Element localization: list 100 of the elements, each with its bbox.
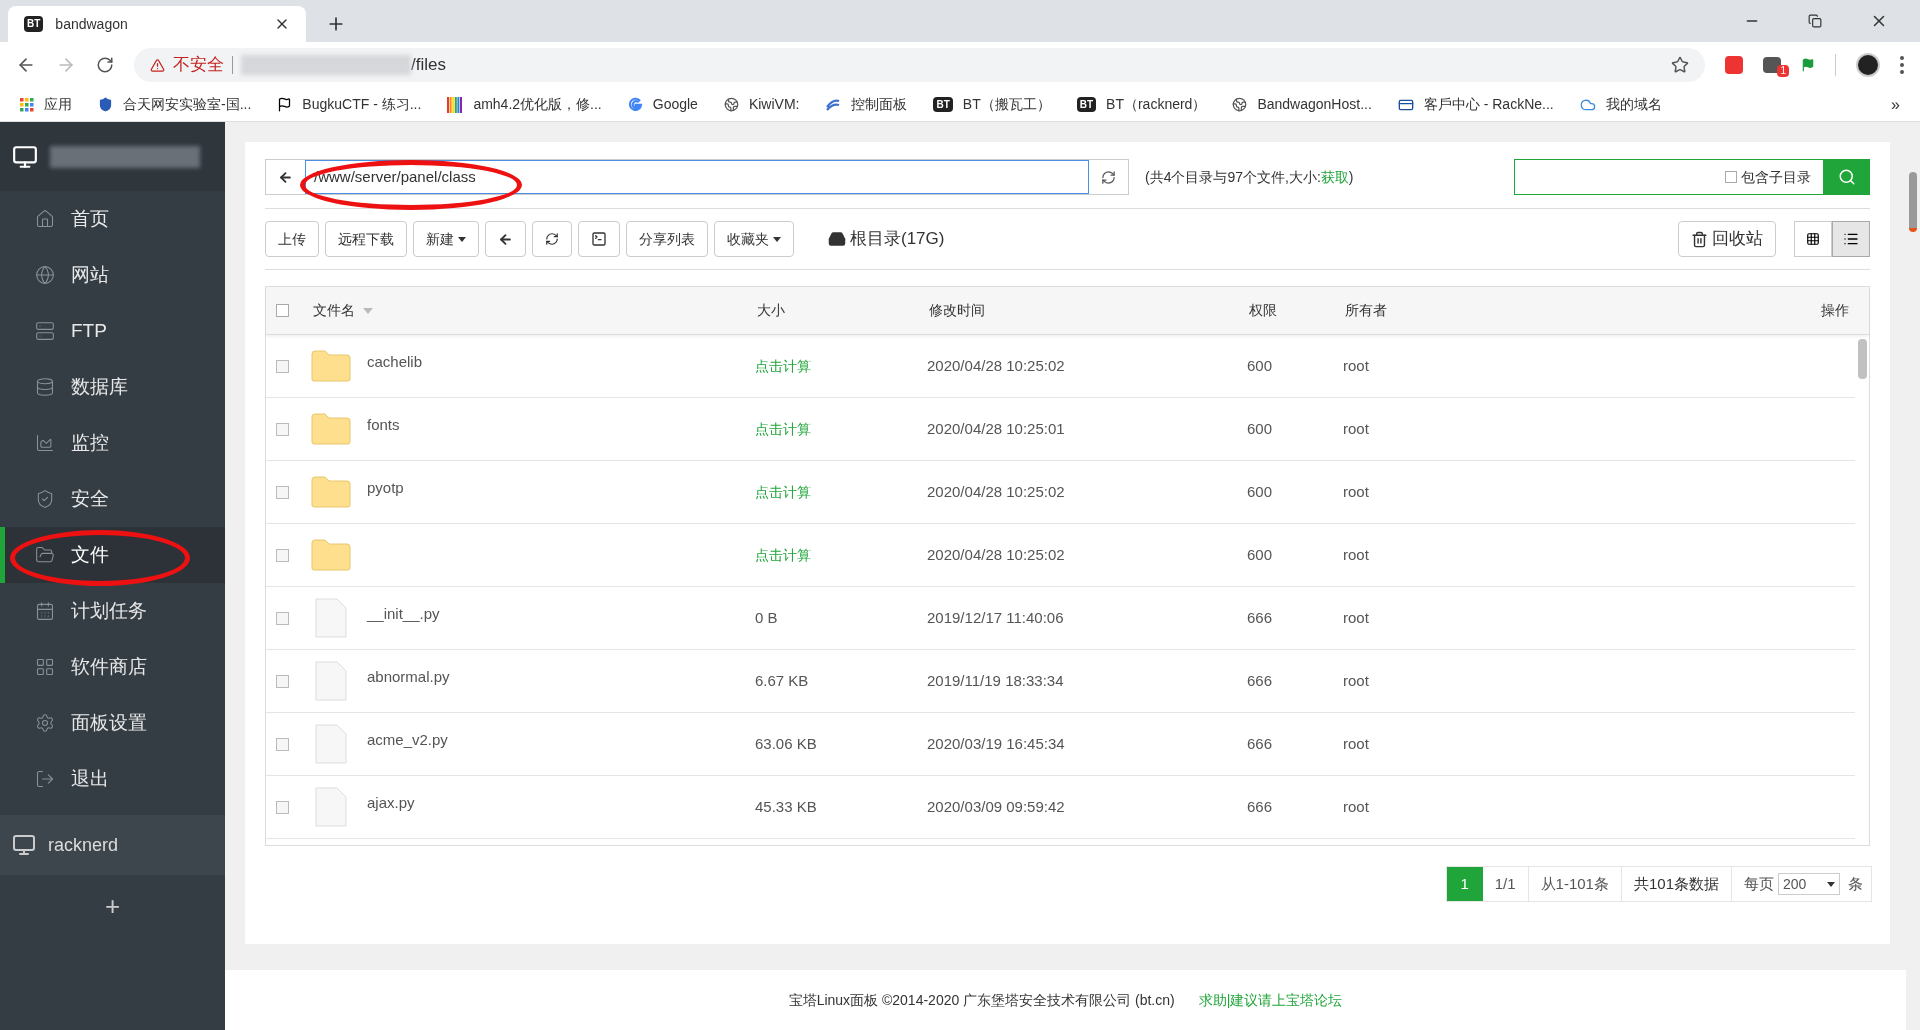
total-count: 共101条数据 bbox=[1621, 867, 1732, 901]
sidebar-item[interactable]: 网站 bbox=[0, 247, 225, 303]
column-header[interactable]: 操作 bbox=[1821, 300, 1869, 321]
file-name[interactable]: pyotp bbox=[367, 476, 404, 500]
checkbox[interactable] bbox=[276, 485, 289, 499]
file-row[interactable]: fonts 点击计算 2020/04/28 10:25:01 600 root bbox=[266, 398, 1855, 461]
checkbox[interactable] bbox=[276, 548, 289, 562]
sidebar-item[interactable]: 计划任务 bbox=[0, 583, 225, 639]
search-field[interactable]: 包含子目录 bbox=[1514, 159, 1824, 195]
bookmark[interactable]: 我的域名 bbox=[1579, 94, 1662, 115]
copyright-text: 宝塔Linux面板 ©2014-2020 广东堡塔安全技术有限公司 (bt.cn) bbox=[788, 990, 1175, 1010]
bookmark[interactable]: KiwiVM: bbox=[723, 94, 800, 115]
scroll-thumb[interactable] bbox=[1909, 172, 1917, 232]
bookmark-star-icon[interactable] bbox=[1671, 56, 1689, 74]
file-row[interactable]: pyotp 点击计算 2020/04/28 10:25:02 600 root bbox=[266, 461, 1855, 524]
add-server-button[interactable]: + bbox=[104, 887, 121, 926]
file-name[interactable]: ajax.py bbox=[367, 791, 415, 815]
checkbox[interactable] bbox=[276, 359, 289, 373]
column-header[interactable]: 所有者 bbox=[1345, 300, 1821, 321]
sidebar-item[interactable]: 首页 bbox=[0, 191, 225, 247]
browser-tab[interactable]: BT bandwagon bbox=[8, 6, 306, 42]
sidebar-item[interactable]: 退出 bbox=[0, 751, 225, 807]
extension-icon[interactable] bbox=[1763, 57, 1781, 73]
file-name[interactable]: cachelib bbox=[367, 350, 423, 374]
sidebar-item[interactable]: 数据库 bbox=[0, 359, 225, 415]
file-row[interactable]: 点击计算 2020/04/28 10:25:02 600 root bbox=[266, 524, 1855, 587]
address-field[interactable]: 不安全 /files bbox=[134, 48, 1705, 82]
back-icon[interactable] bbox=[278, 169, 293, 185]
toolbar-button[interactable]: 新建 bbox=[413, 221, 479, 257]
file-name[interactable]: abnormal.py bbox=[367, 665, 450, 689]
toolbar-button[interactable] bbox=[578, 221, 620, 257]
recycle-bin-button[interactable]: 回收站 bbox=[1678, 221, 1776, 257]
column-header[interactable]: 修改时间 bbox=[929, 300, 1249, 321]
checkbox[interactable] bbox=[276, 304, 289, 317]
folder-icon bbox=[311, 539, 351, 571]
shield-icon bbox=[98, 97, 113, 112]
file-row[interactable]: ajax.py 45.33 KB 2020/03/09 09:59:42 666 root bbox=[266, 776, 1855, 839]
file-row[interactable]: __init__.py 0 B 2019/12/17 11:40:06 666 root bbox=[266, 587, 1855, 650]
reload-icon[interactable] bbox=[96, 56, 114, 74]
column-header[interactable]: 大小 bbox=[757, 300, 929, 321]
checkbox[interactable] bbox=[276, 611, 289, 625]
sort-icon bbox=[363, 307, 373, 314]
bookmark[interactable]: Google bbox=[627, 94, 698, 115]
bookmark[interactable]: 合天网安实验室-国... bbox=[98, 94, 252, 115]
bookmark[interactable]: BT BT（搬瓦工） bbox=[933, 94, 1051, 115]
sidebar-item[interactable]: 安全 bbox=[0, 471, 225, 527]
sidebar-item[interactable]: 文件 bbox=[0, 527, 225, 583]
bookmark[interactable]: BugkuCTF - 练习... bbox=[277, 94, 422, 115]
database-icon bbox=[35, 377, 55, 397]
file-name[interactable]: acme_v2.py bbox=[367, 728, 448, 752]
file-row[interactable]: cachelib 点击计算 2020/04/28 10:25:02 600 root bbox=[266, 335, 1855, 398]
toolbar-button[interactable]: 上传 bbox=[265, 221, 319, 257]
restore-icon[interactable] bbox=[1808, 14, 1822, 28]
toolbar-button[interactable] bbox=[532, 221, 572, 257]
refresh-icon[interactable] bbox=[1101, 169, 1116, 185]
permission: 600 bbox=[1247, 481, 1274, 502]
extension-icon[interactable] bbox=[1725, 56, 1743, 74]
toolbar-button[interactable]: 收藏夹 bbox=[714, 221, 794, 257]
server-header[interactable] bbox=[0, 122, 225, 191]
checkbox[interactable] bbox=[276, 800, 289, 814]
sidebar-item[interactable]: 面板设置 bbox=[0, 695, 225, 751]
file-size: 0 B bbox=[755, 607, 779, 628]
bookmark[interactable]: 控制面板 bbox=[825, 94, 908, 115]
file-row[interactable]: abnormal.py 6.67 KB 2019/11/19 18:33:34 666 root bbox=[266, 650, 1855, 713]
flag-icon[interactable] bbox=[1801, 58, 1815, 72]
more-bookmarks[interactable]: » bbox=[1891, 92, 1900, 117]
checkbox[interactable] bbox=[276, 674, 289, 688]
file-name[interactable]: __init__.py bbox=[367, 602, 440, 626]
column-header[interactable]: 权限 bbox=[1249, 300, 1345, 321]
server-item[interactable]: racknerd bbox=[0, 815, 225, 875]
toolbar-button[interactable] bbox=[485, 221, 526, 257]
checkbox[interactable] bbox=[276, 737, 289, 751]
shield-icon bbox=[35, 489, 55, 509]
toolbar-button[interactable]: 分享列表 bbox=[626, 221, 708, 257]
bookmark[interactable]: BandwagonHost... bbox=[1232, 94, 1372, 115]
scrollbar[interactable] bbox=[1858, 339, 1867, 379]
bookmark[interactable]: 客戶中心 - RackNe... bbox=[1397, 94, 1554, 115]
view-toggle[interactable] bbox=[1832, 221, 1870, 257]
path-field[interactable]: /www/server/panel/class bbox=[265, 159, 1129, 195]
avatar[interactable] bbox=[1856, 53, 1880, 77]
owner: root bbox=[1343, 733, 1369, 754]
toolbar-button[interactable]: 远程下载 bbox=[325, 221, 407, 257]
file-name[interactable]: fonts bbox=[367, 413, 400, 437]
view-toggle[interactable] bbox=[1794, 221, 1832, 257]
per-page-select[interactable]: 200 bbox=[1778, 873, 1840, 895]
menu-icon[interactable] bbox=[1900, 56, 1904, 74]
checkbox[interactable] bbox=[1725, 171, 1737, 183]
file-row[interactable]: acme_v2.py 63.06 KB 2020/03/19 16:45:34 666 root bbox=[266, 713, 1855, 776]
bookmark[interactable]: 应用 bbox=[20, 94, 72, 115]
column-header[interactable]: 文件名 bbox=[313, 300, 757, 321]
sidebar-item[interactable]: 监控 bbox=[0, 415, 225, 471]
bookmark[interactable]: BT BT（racknerd） bbox=[1076, 94, 1207, 115]
sidebar-item[interactable]: FTP bbox=[0, 303, 225, 359]
modified-time: 2020/03/19 16:45:34 bbox=[927, 733, 1066, 754]
disk-label[interactable]: 根目录(17G) bbox=[828, 226, 945, 252]
owner: root bbox=[1343, 796, 1369, 817]
search-button[interactable] bbox=[1824, 159, 1870, 195]
bookmark[interactable]: amh4.2优化版，修... bbox=[447, 94, 602, 115]
sidebar-item[interactable]: 软件商店 bbox=[0, 639, 225, 695]
checkbox[interactable] bbox=[276, 422, 289, 436]
